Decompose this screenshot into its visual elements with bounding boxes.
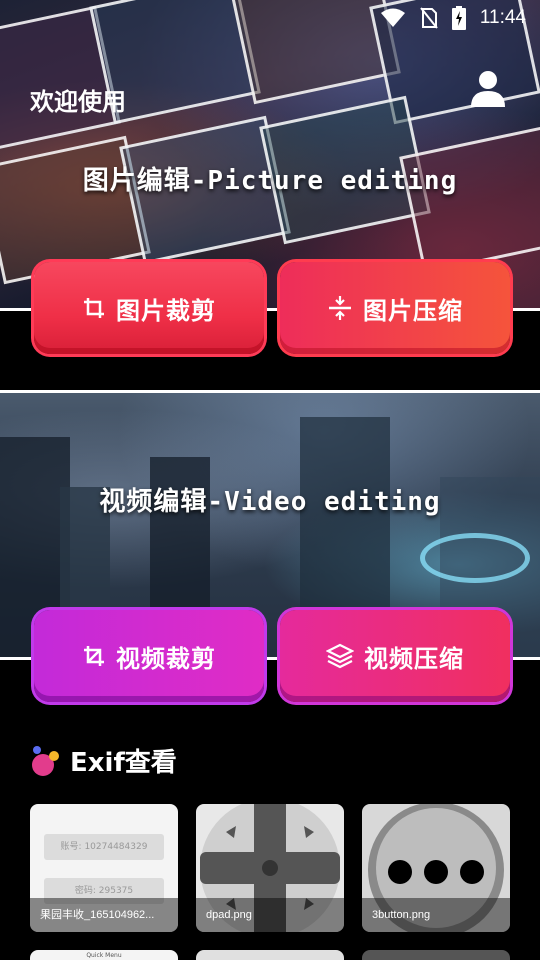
status-time: 11:44 — [479, 7, 526, 28]
exif-section-header: Exif查看 — [30, 742, 177, 779]
exif-title: Exif查看 — [70, 748, 177, 778]
thumbnail-field: 账号: 10274484329 — [44, 834, 164, 860]
compress-icon — [329, 296, 351, 320]
battery-charging-icon — [451, 6, 466, 30]
layers-icon — [326, 643, 354, 669]
crop-icon — [84, 298, 104, 318]
exif-thumbnail[interactable]: dpad.png — [196, 804, 344, 932]
exif-thumbnail[interactable] — [196, 950, 344, 960]
welcome-text: 欢迎使用 — [30, 88, 126, 116]
picture-section-title: 图片编辑-Picture editing — [82, 166, 458, 196]
video-compress-label: 视频压缩 — [364, 644, 464, 673]
no-sim-icon — [420, 7, 438, 29]
picture-crop-button[interactable]: 图片裁剪 — [34, 262, 264, 354]
exif-thumbnail[interactable]: Quick Menu — [30, 950, 178, 960]
video-compress-button[interactable]: 视频压缩 — [280, 610, 510, 702]
picture-compress-label: 图片压缩 — [363, 296, 463, 325]
picture-compress-button[interactable]: 图片压缩 — [280, 262, 510, 354]
status-bar: 11:44 — [0, 0, 540, 36]
video-crop-button[interactable]: 视频裁剪 — [34, 610, 264, 702]
user-icon — [471, 71, 505, 107]
thumbnail-filename: 果园丰收_165104962... — [30, 898, 178, 932]
picture-crop-label: 图片裁剪 — [116, 296, 216, 325]
exif-thumbnail[interactable] — [362, 950, 510, 960]
bubbles-icon — [32, 745, 59, 776]
wifi-icon — [380, 8, 405, 27]
exif-thumbnail[interactable]: 账号: 10274484329 密码: 295375 果园丰收_16510496… — [30, 804, 178, 932]
exif-thumbnail[interactable]: 3button.png — [362, 804, 510, 932]
thumbnail-filename: 3button.png — [362, 898, 510, 932]
video-crop-label: 视频裁剪 — [116, 644, 216, 673]
thumbnail-filename: dpad.png — [196, 898, 344, 932]
profile-button[interactable] — [470, 70, 506, 112]
crop-icon — [84, 646, 104, 666]
video-section-title: 视频编辑-Video editing — [99, 487, 441, 517]
